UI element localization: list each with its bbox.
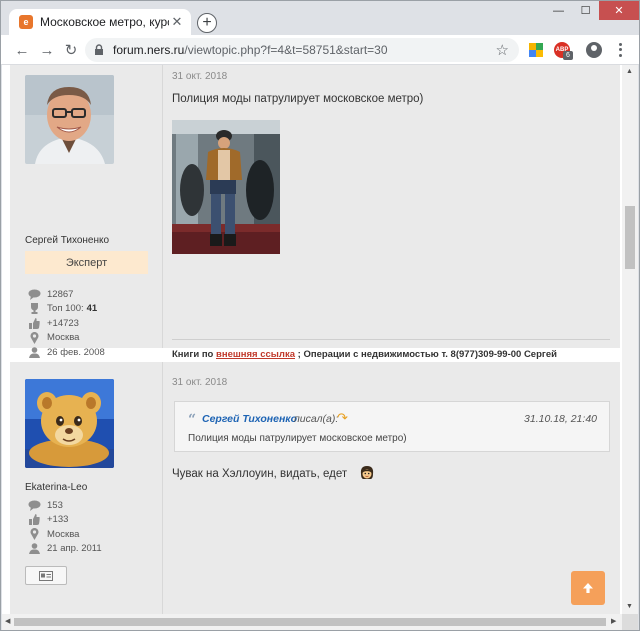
author-name[interactable]: Ekaterina-Leo (25, 482, 87, 493)
forum-post: Сергей Тихоненко Эксперт 12867 Топ 100: 4… (10, 65, 620, 384)
location-pin-icon (27, 331, 41, 344)
title-bar: e Московское метро, курс выживания ✕ + —… (1, 1, 639, 35)
thumbs-up-icon (27, 317, 41, 329)
signature-link[interactable]: внешняя ссылка (216, 349, 295, 360)
contact-card-button[interactable] (25, 566, 67, 585)
quote-datetime: 31.10.18, 21:40 (524, 413, 597, 425)
url-path: /viewtopic.php?f=4&t=58751&start=30 (184, 43, 388, 57)
address-bar[interactable]: forum.ners.ru/viewtopic.php?f=4&t=58751&… (85, 38, 519, 62)
quote-text: Полиция моды патрулирует московское метр… (188, 433, 407, 444)
quote-wrote-label: писал(а): (294, 413, 339, 425)
window-controls: — ☐ ✕ (545, 1, 639, 20)
stat-messages-value: 153 (47, 499, 63, 511)
scroll-to-top-button[interactable] (571, 571, 605, 605)
extension-icon[interactable] (529, 43, 543, 57)
forward-arrow-icon[interactable]: → (38, 41, 56, 59)
stat-joined: 21 апр. 2011 (27, 542, 102, 557)
stat-messages: 12867 (27, 287, 105, 302)
user-icon (27, 543, 41, 555)
maximize-button[interactable]: ☐ (572, 1, 599, 20)
signature-suffix: ; Операции с недвижимостью т. 8(977)309-… (295, 349, 557, 360)
stat-joined-value: 26 фев. 2008 (47, 346, 105, 358)
arrow-up-icon (583, 583, 593, 593)
post-author-panel: Ekaterina-Leo 153 +133 Москва 21 апр. 20… (10, 362, 163, 614)
bookmark-star-icon[interactable]: ☆ (496, 41, 509, 59)
post-text: Чувак на Хэллоуин, видать, едет (172, 468, 348, 480)
url-host: forum.ners.ru (113, 43, 185, 57)
quote-author[interactable]: Сергей Тихоненко (202, 413, 297, 425)
user-icon (27, 346, 41, 358)
scroll-right-arrow-icon[interactable]: ▶ (611, 617, 616, 625)
stat-top-value: 41 (86, 303, 98, 315)
stat-location-value: Москва (47, 528, 80, 540)
close-window-button[interactable]: ✕ (599, 1, 639, 20)
location-pin-icon (27, 528, 41, 541)
stat-location-value: Москва (47, 332, 80, 344)
quote-block: “ Сергей Тихоненко писал(а): ↷ 31.10.18,… (174, 401, 610, 452)
author-name[interactable]: Сергей Тихоненко (25, 235, 109, 246)
stat-top: Топ 100: 41 (27, 302, 105, 317)
stat-top-label: Топ 100: (47, 303, 84, 315)
stat-joined: 26 фев. 2008 (27, 345, 105, 360)
lock-icon (93, 44, 105, 56)
author-avatar[interactable] (25, 75, 114, 164)
vertical-scroll-thumb[interactable] (625, 206, 635, 269)
author-stats: 12867 Топ 100: 41 +14723 Москва 26 фев. … (27, 287, 105, 360)
scroll-down-arrow-icon[interactable]: ▼ (626, 603, 633, 610)
browser-window: e Московское метро, курс выживания ✕ + —… (0, 0, 640, 631)
reload-icon[interactable]: ↻ (62, 41, 80, 59)
comments-icon (27, 500, 41, 511)
stat-likes: +14723 (27, 316, 105, 331)
stat-likes: +133 (27, 513, 102, 528)
browser-tab[interactable]: e Московское метро, курс выживания ✕ (9, 9, 191, 35)
post-date: 31 окт. 2018 (172, 71, 228, 82)
stat-messages: 153 (27, 498, 102, 513)
girl-emoji-icon (359, 465, 375, 481)
url-text: forum.ners.ru/viewtopic.php?f=4&t=58751&… (113, 43, 388, 57)
forum-post: Ekaterina-Leo 153 +133 Москва 21 апр. 20… (10, 362, 620, 614)
comments-icon (27, 289, 41, 300)
horizontal-scrollbar[interactable]: ◀ ▶ (2, 614, 622, 630)
back-arrow-icon[interactable]: ← (13, 41, 31, 59)
author-avatar[interactable] (25, 379, 114, 468)
quote-mark-icon: “ (188, 412, 197, 428)
page-viewport: Сергей Тихоненко Эксперт 12867 Топ 100: 4… (2, 65, 638, 614)
browser-menu-icon[interactable] (615, 42, 625, 58)
account-avatar-icon[interactable] (586, 42, 602, 58)
post-text: Полиция моды патрулирует московское метр… (172, 93, 424, 105)
stat-messages-value: 12867 (47, 288, 74, 300)
author-stats: 153 +133 Москва 21 апр. 2011 (27, 498, 102, 556)
signature-divider (172, 339, 610, 340)
rank-badge: Эксперт (25, 251, 148, 274)
site-favicon-icon: e (19, 15, 33, 29)
vertical-scrollbar[interactable]: ▲ ▼ (622, 65, 638, 614)
minimize-button[interactable]: — (545, 1, 572, 20)
tab-title: Московское метро, курс выживания (40, 15, 169, 29)
stat-location: Москва (27, 527, 102, 542)
post-date: 31 окт. 2018 (172, 377, 228, 388)
tab-close-icon[interactable]: ✕ (169, 14, 185, 30)
scroll-left-arrow-icon[interactable]: ◀ (5, 617, 10, 625)
thumbs-up-icon (27, 514, 41, 526)
post-body: 31 окт. 2018 Полиция моды патрулирует мо… (172, 65, 610, 360)
horizontal-scroll-thumb[interactable] (14, 618, 606, 626)
new-tab-button[interactable]: + (197, 13, 217, 33)
post-signature: Книги по внешняя ссылка ; Операции с нед… (172, 349, 557, 360)
trophy-icon (27, 303, 41, 315)
id-card-icon (39, 570, 53, 581)
stat-location: Москва (27, 331, 105, 346)
stat-likes-value: +133 (47, 514, 69, 526)
signature-prefix: Книги по (172, 349, 216, 360)
stat-joined-value: 21 апр. 2011 (47, 543, 102, 555)
scroll-up-arrow-icon[interactable]: ▲ (626, 68, 633, 75)
go-to-post-arrow-icon[interactable]: ↷ (337, 410, 348, 426)
post-image-photo[interactable] (172, 120, 280, 254)
scrollbar-corner (622, 614, 638, 630)
adblock-count-badge: 6 (563, 51, 573, 60)
post-body: 31 окт. 2018 “ Сергей Тихоненко писал(а)… (172, 362, 610, 614)
stat-likes-value: +14723 (47, 317, 79, 329)
browser-toolbar: ← → ↻ forum.ners.ru/viewtopic.php?f=4&t=… (1, 35, 639, 65)
post-author-panel: Сергей Тихоненко Эксперт 12867 Топ 100: 4… (10, 65, 163, 384)
